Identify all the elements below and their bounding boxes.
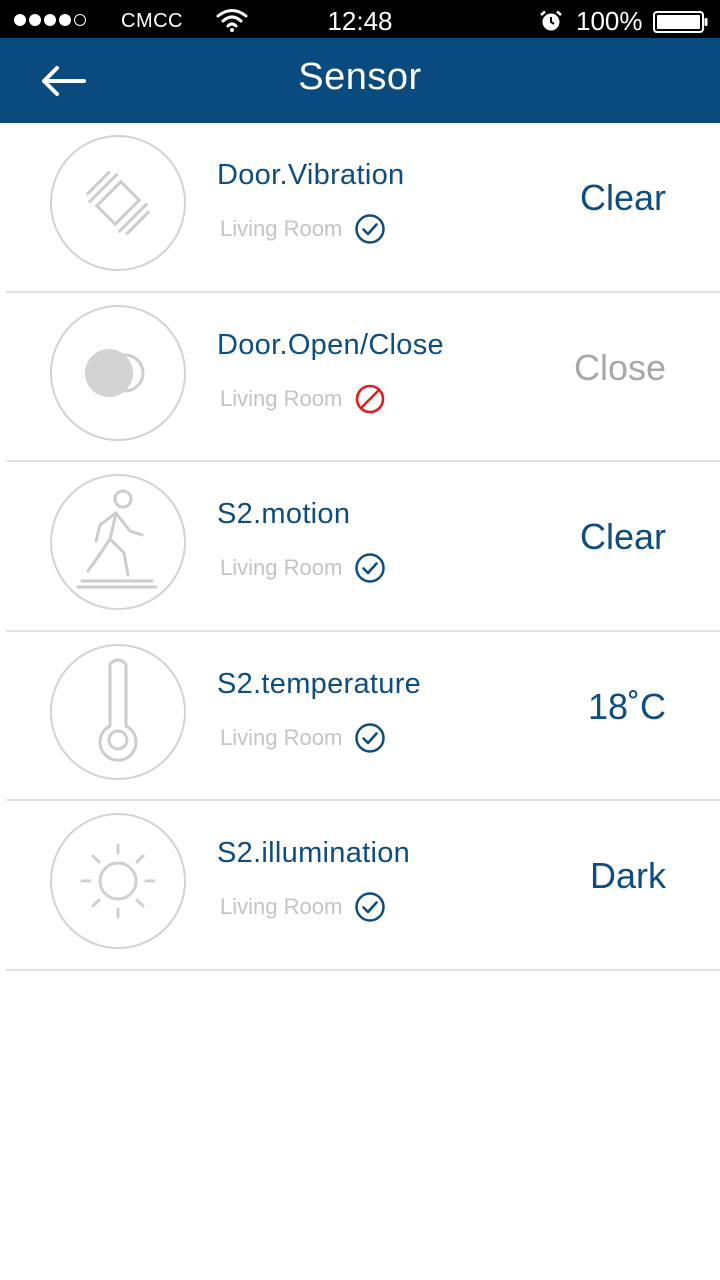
battery-percentage: 100% [576, 6, 643, 36]
sensor-row-s2-temperature[interactable]: S2.temperature Living Room 18˚C [0, 632, 720, 801]
sensor-name: S2.motion [217, 498, 351, 530]
room-label: Living Room [220, 555, 343, 580]
status-bar: CMCC 12:48 100% [0, 0, 720, 38]
sensor-name: Door.Vibration [217, 159, 405, 191]
sensor-row-door-open-close[interactable]: Door.Open/Close Living Room Close [0, 293, 720, 462]
thermometer-icon [98, 658, 138, 762]
sensor-name: S2.temperature [217, 667, 422, 700]
sun-icon [80, 843, 156, 919]
sensor-icon-frame [50, 643, 186, 780]
alarm-clock-icon [540, 10, 562, 31]
sensor-name: S2.illumination [217, 837, 411, 869]
sensor-value: Dark [589, 855, 666, 896]
battery-icon [653, 11, 708, 33]
check-circle-icon [355, 214, 386, 244]
sensor-meta: Living Room [220, 722, 386, 754]
sensor-meta: Living Room [220, 213, 386, 245]
check-circle-icon [355, 553, 386, 583]
nav-bar: Sensor [0, 38, 720, 123]
sensor-icon-frame [50, 304, 186, 441]
sensor-icon-frame [50, 135, 186, 271]
sensor-icon-frame [50, 474, 186, 610]
sensor-list: Door.Vibration Living Room Clear Door.Op… [0, 123, 720, 971]
prohibited-icon [355, 384, 385, 413]
page-title: Sensor [298, 56, 422, 98]
vibration-icon [86, 171, 150, 235]
sensor-value: 18˚C [587, 685, 666, 727]
room-label: Living Room [220, 216, 343, 241]
sensor-value: Clear [579, 177, 666, 218]
check-circle-icon [355, 892, 386, 922]
sensor-meta: Living Room [220, 891, 386, 923]
room-label: Living Room [220, 385, 343, 411]
sensor-row-s2-motion[interactable]: S2.motion Living Room Clear [0, 462, 720, 632]
sensor-name: Door.Open/Close [217, 328, 444, 361]
check-circle-icon [355, 722, 386, 753]
sensor-icon-frame [50, 813, 186, 949]
walking-person-icon [76, 489, 158, 589]
room-label: Living Room [220, 724, 343, 750]
sensor-meta: Living Room [220, 383, 386, 415]
sensor-row-door-vibration[interactable]: Door.Vibration Living Room Clear [0, 123, 720, 293]
sensor-value: Close [573, 346, 666, 388]
door-contact-icon [85, 348, 145, 397]
sensor-value: Clear [579, 516, 666, 557]
sensor-meta: Living Room [220, 552, 386, 584]
sensor-row-s2-illumination[interactable]: S2.illumination Living Room Dark [0, 801, 720, 971]
room-label: Living Room [220, 894, 343, 919]
